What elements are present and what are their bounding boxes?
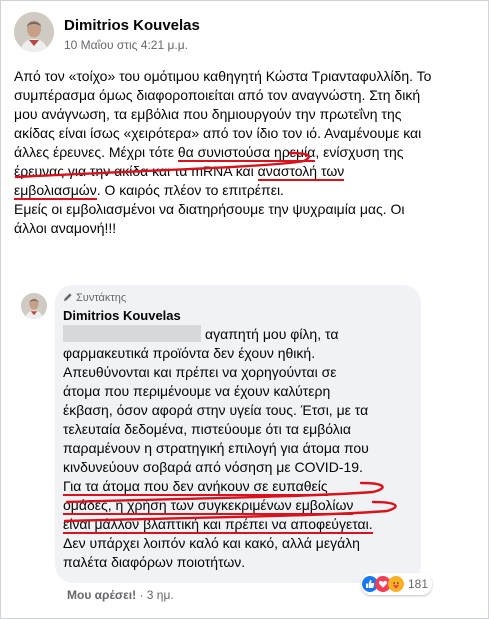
comment-age[interactable]: 3 ημ. — [147, 588, 174, 602]
comment-line: άτομα που περιμένουμε να έχουν καλύτερη — [63, 383, 331, 399]
like-button[interactable]: Μου αρέσει! — [67, 588, 136, 602]
reaction-summary[interactable]: 181 — [361, 573, 433, 595]
highlighted-phrase: εμβολιασμών — [14, 182, 97, 200]
post-line: εμβολιασμών. Ο καιρός πλέον το επιτρέπει… — [14, 181, 482, 200]
comment-line: τελευταία δεδομένα, πιστεύουμε ότι τα εμ… — [63, 421, 351, 437]
comment-line: παραμένουν η στρατηγική επιλογή για άτομ… — [63, 440, 369, 456]
comment-line: κινδυνεύουν σοβαρά από νόσηση με COVID-1… — [63, 459, 363, 475]
comment-line: αγαπητή μου φίλη, τα — [63, 325, 417, 344]
comment-line-segment: αγαπητή μου φίλη, τα — [205, 326, 339, 342]
post-line: συμπέρασμα όμως διαφοροποιείται από τον … — [14, 87, 421, 103]
post-line: Από τον «τοίχο» του ομότιμου καθηγητή Κώ… — [14, 68, 432, 84]
post-author-name[interactable]: Dimitrios Kouvelas — [64, 17, 200, 34]
comment-author-name[interactable]: Dimitrios Kouvelas — [63, 308, 181, 323]
handwritten-underline-mark — [63, 481, 397, 523]
comment-line: φαρμακευτικά προϊόντα δεν έχουν ηθική. — [63, 345, 316, 361]
care-icon — [388, 576, 404, 592]
comment-line: έκβαση, όσον αφορά στην υγεία τους. Έτσι… — [63, 402, 369, 418]
reaction-count: 181 — [408, 577, 429, 591]
comment-line: παλέτα διαφόρων ποιοτήτων. — [63, 554, 246, 570]
redacted-name — [63, 325, 201, 342]
post-line: άλλοι αναμονή!!! — [14, 220, 117, 236]
handwritten-underline-mark — [14, 151, 310, 179]
post-timestamp[interactable]: 10 Μαΐου στις 4:21 μ.μ. — [64, 38, 188, 52]
comment-actions: Μου αρέσει! · 3 ημ. — [67, 588, 174, 602]
author-avatar[interactable] — [14, 12, 54, 52]
action-separator: · — [139, 588, 144, 602]
post-line: Εμείς οι εμβολιασμένοι να διατηρήσουμε τ… — [14, 201, 405, 217]
post-line-segment: . Ο καιρός πλέον το επιτρέπει. — [96, 182, 284, 198]
post-line: ακίδας είναι ίσως «χειρότερα» από τον ίδ… — [14, 125, 422, 141]
comment-line: Απευθύνονται και πρέπει να χορηγούνται σ… — [63, 364, 337, 380]
author-role-label: Συντάκτης — [63, 292, 126, 304]
author-role-text: Συντάκτης — [76, 292, 127, 304]
post-line: μου ανάγνωση, τα εμβόλια που δημιουργούν… — [14, 106, 402, 122]
comment-author-avatar[interactable] — [21, 293, 47, 319]
pencil-icon — [64, 293, 72, 301]
